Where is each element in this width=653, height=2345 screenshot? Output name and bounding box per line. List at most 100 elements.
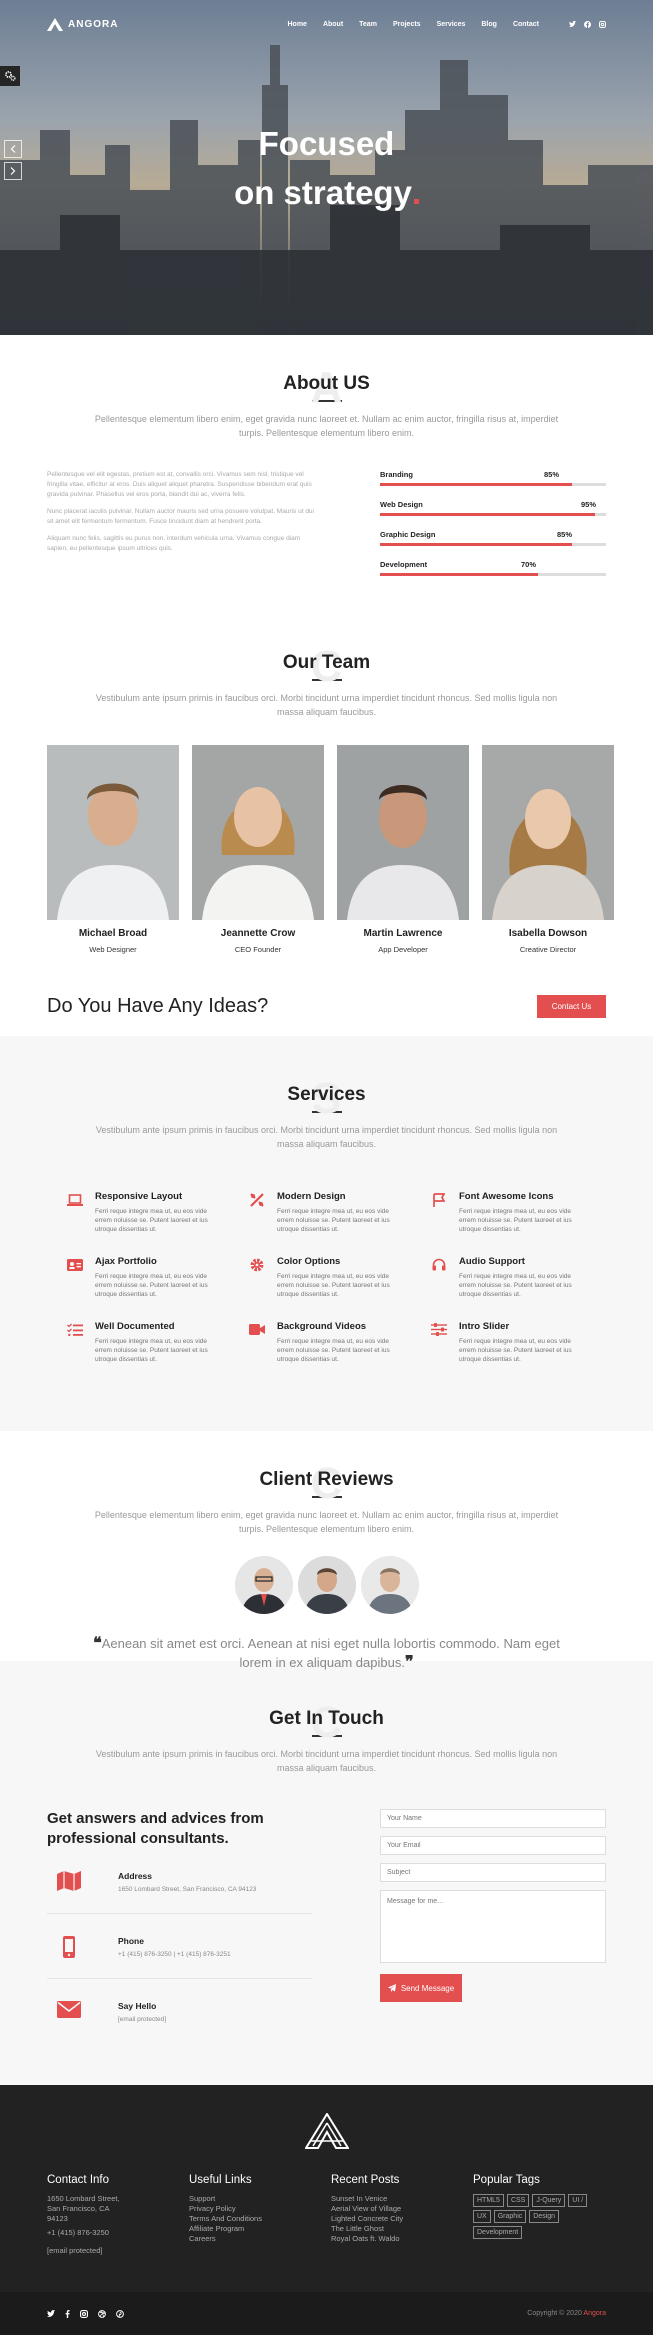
- tag-link[interactable]: Development: [473, 2226, 523, 2239]
- tag-link[interactable]: CSS: [506, 2194, 530, 2207]
- tag-link[interactable]: Design: [529, 2210, 560, 2223]
- reviews-heading: C Client Reviews: [0, 1459, 653, 1508]
- facebook-icon[interactable]: [584, 20, 591, 28]
- footer-useful-links: Useful Links Support Privacy Policy Term…: [189, 2174, 331, 2256]
- copyright: Copyright © 2020 Angora: [527, 2310, 606, 2317]
- services-subtitle: Vestibulum ante ipsum primis in faucibus…: [95, 1125, 558, 1149]
- logo-mark-icon: [47, 17, 63, 31]
- client-avatar[interactable]: [297, 1556, 356, 1614]
- footer-link[interactable]: Privacy Policy: [189, 2204, 331, 2214]
- skill-fill: [380, 513, 595, 516]
- service-title: Responsive Layout: [95, 1191, 183, 1202]
- copyright-brand[interactable]: Angora: [583, 2310, 606, 2317]
- contact-form: Send Message: [380, 1809, 606, 2043]
- service-title: Color Options: [277, 1256, 341, 1267]
- brand-logo[interactable]: ANGORA: [47, 17, 118, 31]
- team-member-name: Michael Broad: [78, 928, 148, 939]
- skill-development: Development 70%: [380, 560, 606, 576]
- open-quote-icon: ❝: [93, 1635, 102, 1652]
- paper-plane-icon: [387, 1984, 396, 1992]
- footer-post-link[interactable]: Aerial View of Village: [331, 2204, 473, 2214]
- team-title: Our Team: [282, 652, 371, 673]
- ideas-heading: Do You Have Any Ideas?: [47, 995, 269, 1017]
- contact-item-value: 1650 Lombard Street, San Francisco, CA 9…: [118, 1886, 257, 1893]
- skill-fill: [380, 573, 539, 576]
- team-member-card[interactable]: Martin Lawrence App Developer: [337, 745, 469, 954]
- service-item: Well Documented Ferri reque integre mea u…: [66, 1321, 248, 1364]
- footer-column-title: Useful Links: [189, 2174, 252, 2186]
- hero-title-line2-text: on strategy: [234, 174, 412, 211]
- service-desc: Ferri reque integre mea ut, eu eos vide …: [459, 1208, 572, 1233]
- contact-title: Get In Touch: [269, 1708, 384, 1729]
- team-member-card[interactable]: Isabella Dowson Creative Director: [482, 745, 614, 954]
- tag-link[interactable]: UX: [473, 2210, 491, 2223]
- footer-address-line: 94123: [47, 2214, 68, 2223]
- nav-home[interactable]: Home: [287, 21, 306, 28]
- twitter-icon[interactable]: [569, 21, 576, 27]
- team-member-photo: [482, 745, 614, 920]
- dribbble-icon[interactable]: [98, 2309, 106, 2318]
- email-input[interactable]: [380, 1836, 606, 1855]
- footer-post-link[interactable]: The Little Ghost: [331, 2224, 473, 2234]
- footer-contact-info: Contact Info 1650 Lombard Street, San Fr…: [47, 2174, 189, 2256]
- footer-link[interactable]: Terms And Conditions: [189, 2214, 331, 2224]
- contact-item-title: Phone: [118, 1936, 144, 1946]
- footer-post-link[interactable]: Royal Oats ft. Waldo: [331, 2234, 473, 2244]
- settings-toggle[interactable]: [0, 66, 20, 86]
- headphones-icon: [430, 1256, 447, 1273]
- nav-blog[interactable]: Blog: [481, 21, 497, 28]
- facebook-icon[interactable]: [65, 2309, 70, 2318]
- contact-email: Say Hello [email protected]: [47, 2001, 312, 2043]
- tag-link[interactable]: Graphic: [493, 2210, 527, 2223]
- skill-fill: [380, 483, 573, 486]
- contact-heading: C Get In Touch: [0, 1698, 653, 1747]
- name-input[interactable]: [380, 1809, 606, 1828]
- nav-contact[interactable]: Contact: [513, 21, 539, 28]
- footer-link[interactable]: Careers: [189, 2234, 331, 2244]
- team-member-card[interactable]: Michael Broad Web Designer: [47, 745, 179, 954]
- footer-address-line: 1650 Lombard Street,: [47, 2194, 120, 2203]
- skill-web-design: Web Design 95%: [380, 500, 606, 516]
- tag-link[interactable]: UI /: [568, 2194, 588, 2207]
- service-item: Ajax Portfolio Ferri reque integre mea ut…: [66, 1256, 248, 1299]
- subject-input[interactable]: [380, 1863, 606, 1882]
- nav-services[interactable]: Services: [437, 21, 466, 28]
- copyright-text: Copyright © 2020: [527, 2310, 582, 2317]
- hero-title-line2: on strategy: [0, 168, 653, 217]
- message-textarea[interactable]: [380, 1890, 606, 1963]
- nav-about[interactable]: About: [323, 21, 343, 28]
- services-grid: Responsive Layout Ferri reque integre mea…: [66, 1191, 653, 1364]
- team-section: C Our Team Vestibulum ante ipsum primis …: [0, 630, 653, 977]
- footer-column-title: Contact Info: [47, 2174, 110, 2186]
- footer-phone[interactable]: +1 (415) 876-3250: [47, 2228, 189, 2238]
- footer-column-title: Recent Posts: [331, 2174, 400, 2186]
- gears-icon: [4, 71, 16, 81]
- footer-post-link[interactable]: Sunset In Venice: [331, 2194, 473, 2204]
- skill-track: [380, 573, 606, 576]
- team-member-name: Martin Lawrence: [363, 928, 443, 939]
- nav-projects[interactable]: Projects: [393, 21, 421, 28]
- nav-team[interactable]: Team: [359, 21, 377, 28]
- footer-link[interactable]: Support: [189, 2194, 331, 2204]
- send-message-button[interactable]: Send Message: [380, 1974, 462, 2002]
- footer-email[interactable]: [email protected]: [47, 2246, 189, 2256]
- team-member-card[interactable]: Jeannette Crow CEO Founder: [192, 745, 324, 954]
- service-desc: Ferri reque integre mea ut, eu eos vide …: [277, 1273, 390, 1298]
- about-subtitle: Pellentesque elementum libero enim, eget…: [94, 414, 559, 438]
- tag-link[interactable]: HTML5: [473, 2194, 504, 2207]
- client-avatar[interactable]: [234, 1556, 293, 1614]
- flag-icon: [430, 1191, 447, 1208]
- pinterest-icon[interactable]: [116, 2309, 124, 2318]
- close-quote-icon: ❞: [404, 1654, 414, 1671]
- top-navbar: ANGORA Home About Team Projects Services…: [47, 17, 606, 31]
- footer-post-link[interactable]: Lighted Concrete City: [331, 2214, 473, 2224]
- contact-us-button[interactable]: Contact Us: [537, 995, 606, 1018]
- instagram-icon[interactable]: [80, 2309, 88, 2318]
- skill-track: [380, 513, 606, 516]
- team-member-role: Creative Director: [519, 945, 577, 954]
- footer-link[interactable]: Affiliate Program: [189, 2224, 331, 2234]
- instagram-icon[interactable]: [599, 20, 606, 28]
- client-avatar[interactable]: [360, 1556, 419, 1614]
- tag-link[interactable]: J-Query: [532, 2194, 566, 2207]
- twitter-icon[interactable]: [47, 2310, 55, 2317]
